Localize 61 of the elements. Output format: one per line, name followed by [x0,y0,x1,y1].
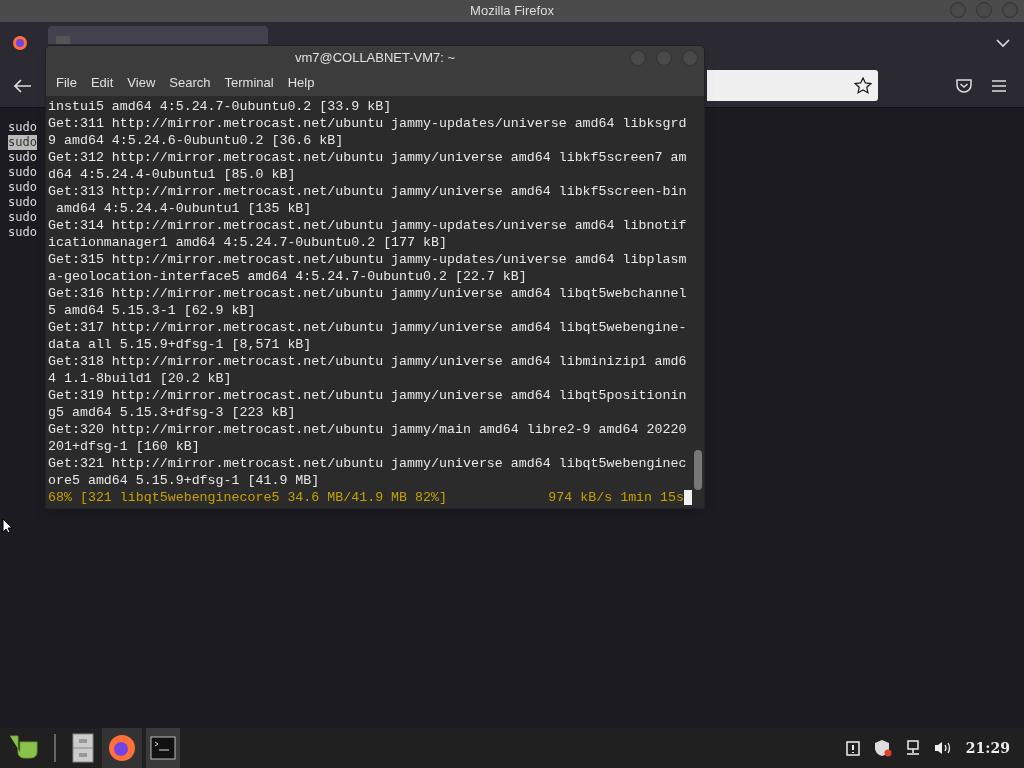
shield-icon[interactable] [873,739,892,757]
terminal-line: 9 amd64 4:5.24.6-0ubuntu0.2 [36.6 kB] [48,132,344,149]
terminal-line: Get:321 http://mirror.metrocast.net/ubuntu jammy/universe amd64 libqt5webenginec [48,455,687,472]
clock[interactable]: 21:29 [965,737,1010,759]
terminal-taskbar-button[interactable] [146,728,180,768]
text-line: sudo [8,165,37,180]
terminal-line: Get:316 http://mirror.metrocast.net/ubuntu jammy/universe amd64 libqt5webchannel [48,285,687,302]
mint-logo-icon[interactable] [8,734,40,762]
text-line: sudo [8,150,37,165]
menu-icon[interactable] [992,80,1006,92]
firefox-icon[interactable] [12,35,28,51]
window-title: Mozilla Firefox [470,2,554,21]
text-line: sudo [8,225,37,240]
text-line: sudo [8,210,37,225]
terminal-line: icationmanager1 amd64 4:5.24.7-0ubuntu0.2 [177 kB] [48,234,447,251]
menu-item[interactable]: Help [281,73,321,93]
terminal-line: 5 amd64 5.15.3-1 [62.9 kB] [48,302,256,319]
progress-text: 68% [321 libqt5webenginecore5 34.6 MB/41.9 MB 82%] [48,489,447,506]
window-title: vm7@COLLABNET-VM7: ~ [294,49,456,68]
text-cursor [684,490,692,505]
terminal-line: 4 1.1-8build1 [20.2 kB] [48,370,232,387]
terminal-line: amd64 4:5.24.4-0ubuntu1 [135 kB] [54,200,312,217]
firefox-icon [108,734,136,762]
terminal-icon [150,736,176,760]
back-icon[interactable] [14,78,32,93]
network-icon[interactable] [905,740,920,756]
menu-item[interactable]: View [121,73,162,93]
firefox-taskbar-button[interactable] [102,728,142,768]
terminal-line: a-geolocation-interface5 amd64 4:5.24.7-0ubuntu0.2 [22.7 kB] [48,268,527,285]
scrollbar-thumb[interactable] [694,450,702,490]
menu-item[interactable]: File [50,73,83,93]
terminal-line: Get:318 http://mirror.metrocast.net/ubuntu jammy/universe amd64 libminizip1 amd6 [48,353,687,370]
text-line: sudo [8,195,37,210]
text-line: sudo [8,180,37,195]
terminal-line: data all 5.15.9+dfsg-1 [8,571 kB] [48,336,312,353]
terminal-line: d64 4:5.24.4-0ubuntu1 [85.0 kB] [48,166,296,183]
chevron-icon[interactable] [996,38,1010,48]
terminal-line: Get:317 http://mirror.metrocast.net/ubuntu jammy/universe amd64 libqt5webengine- [48,319,687,336]
terminal-line: g5 amd64 5.15.3+dfsg-3 [223 kB] [48,404,296,421]
terminal-line: Get:320 http://mirror.metrocast.net/ubuntu jammy/main amd64 libre2-9 amd64 20220 [48,421,687,438]
terminal-line: Get:314 http://mirror.metrocast.net/ubuntu jammy-updates/universe amd64 libnotif [48,217,687,234]
text-line: sudo [8,120,37,135]
menu-item[interactable]: Terminal [218,73,280,93]
file-cabinet-icon[interactable] [72,733,94,763]
terminal-line: Get:312 http://mirror.metrocast.net/ubuntu jammy/universe amd64 libkf5screen7 am [48,149,687,166]
terminal-line: Get:313 http://mirror.metrocast.net/ubuntu jammy/universe amd64 libkf5screen-bin [48,183,687,200]
terminal-line: 201+dfsg-1 [160 kB] [48,438,200,455]
cursor-icon [2,518,12,534]
menu-item[interactable]: Edit [84,73,120,93]
star-icon[interactable] [854,76,872,95]
volume-icon[interactable] [933,741,952,755]
favicon-icon [56,36,70,44]
terminal-line: Get:319 http://mirror.metrocast.net/ubuntu jammy/universe amd64 libqt5positionin [48,387,687,404]
terminal-line: ore5 amd64 5.15.9+dfsg-1 [41.9 MB] [48,472,320,489]
clipboard-icon[interactable] [845,740,860,756]
download-speed: 974 kB/s 1min 15s [548,489,684,506]
pocket-icon[interactable] [956,79,972,93]
terminal-line: instui5 amd64 4:5.24.7-0ubuntu0.2 [33.9 kB] [48,98,392,115]
menu-item[interactable]: Search [163,73,217,93]
terminal-line: Get:315 http://mirror.metrocast.net/ubuntu jammy-updates/universe amd64 libplasm [48,251,687,268]
terminal-line: Get:311 http://mirror.metrocast.net/ubuntu jammy-updates/universe amd64 libksgrd [48,115,687,132]
